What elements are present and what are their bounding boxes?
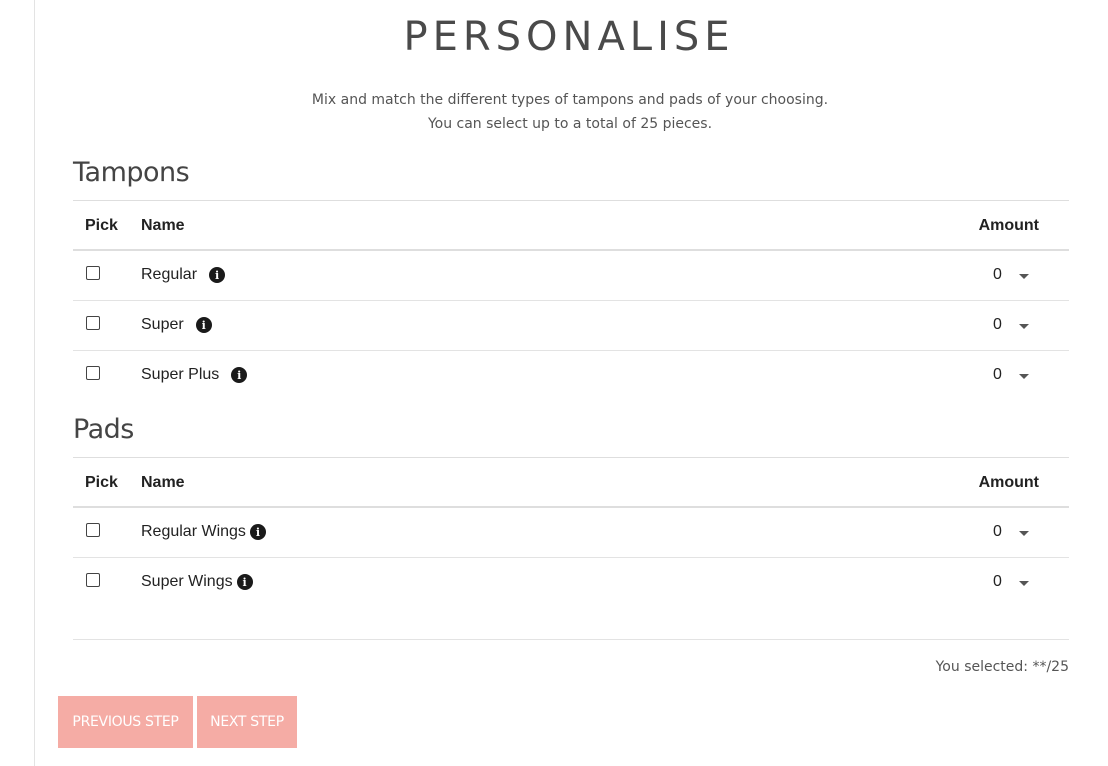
info-icon[interactable]: i bbox=[249, 524, 266, 540]
product-name: Regular Wings bbox=[141, 523, 246, 540]
column-header-amount: Amount bbox=[978, 217, 1039, 234]
amount-dropdown-super[interactable]: 0 bbox=[993, 316, 1029, 334]
footer-divider bbox=[73, 639, 1069, 640]
info-icon[interactable]: i bbox=[236, 574, 253, 590]
tampons-table: Pick Name Amount Regular i 0 Super i 0 S… bbox=[73, 200, 1069, 400]
caret-down-icon bbox=[1019, 373, 1029, 379]
pick-checkbox-super-wings[interactable] bbox=[86, 573, 100, 587]
info-icon[interactable]: i bbox=[231, 367, 248, 383]
info-icon[interactable]: i bbox=[195, 317, 212, 333]
table-row: Super Wings i 0 bbox=[73, 558, 1069, 607]
column-header-name: Name bbox=[141, 217, 185, 234]
amount-dropdown-super-wings[interactable]: 0 bbox=[993, 573, 1029, 591]
section-title-pads: Pads bbox=[73, 414, 134, 445]
caret-down-icon bbox=[1019, 323, 1029, 329]
column-header-name: Name bbox=[141, 474, 185, 491]
caret-down-icon bbox=[1019, 530, 1029, 536]
subtitle-line-2: You can select up to a total of 25 piece… bbox=[427, 116, 713, 132]
info-icon[interactable]: i bbox=[209, 267, 226, 283]
pick-checkbox-super[interactable] bbox=[86, 316, 100, 330]
amount-dropdown-super-plus[interactable]: 0 bbox=[993, 366, 1029, 384]
caret-down-icon bbox=[1019, 580, 1029, 586]
next-step-button[interactable]: NEXT STEP bbox=[197, 696, 297, 748]
product-name-cell: Regular Wings i bbox=[141, 523, 266, 541]
table-row: Regular Wings i 0 bbox=[73, 508, 1069, 558]
table-header: Pick Name Amount bbox=[73, 458, 1069, 508]
product-name-cell: Super i bbox=[141, 316, 212, 334]
previous-step-button[interactable]: PREVIOUS STEP bbox=[58, 696, 193, 748]
amount-value: 0 bbox=[993, 366, 1002, 383]
selected-counter: You selected: **/25 bbox=[935, 659, 1069, 675]
product-name-cell: Super Wings i bbox=[141, 573, 253, 591]
amount-dropdown-regular[interactable]: 0 bbox=[993, 266, 1029, 284]
pads-table: Pick Name Amount Regular Wings i 0 Super… bbox=[73, 457, 1069, 607]
table-row: Regular i 0 bbox=[73, 251, 1069, 301]
page-title: PERSONALISE bbox=[403, 14, 735, 60]
product-name: Super Plus bbox=[141, 366, 220, 383]
pick-checkbox-regular[interactable] bbox=[86, 266, 100, 280]
pick-checkbox-regular-wings[interactable] bbox=[86, 523, 100, 537]
amount-dropdown-regular-wings[interactable]: 0 bbox=[993, 523, 1029, 541]
product-name: Super Wings bbox=[141, 573, 233, 590]
table-row: Super i 0 bbox=[73, 301, 1069, 351]
caret-down-icon bbox=[1019, 273, 1029, 279]
product-name: Regular bbox=[141, 266, 198, 283]
table-row: Super Plus i 0 bbox=[73, 351, 1069, 400]
pick-checkbox-super-plus[interactable] bbox=[86, 366, 100, 380]
subtitle-line-1: Mix and match the different types of tam… bbox=[311, 92, 829, 108]
amount-value: 0 bbox=[993, 316, 1002, 333]
amount-value: 0 bbox=[993, 523, 1002, 540]
column-header-pick: Pick bbox=[85, 217, 118, 234]
product-name-cell: Super Plus i bbox=[141, 366, 248, 384]
amount-value: 0 bbox=[993, 573, 1002, 590]
product-name: Super bbox=[141, 316, 184, 333]
column-header-amount: Amount bbox=[978, 474, 1039, 491]
table-header: Pick Name Amount bbox=[73, 201, 1069, 251]
column-header-pick: Pick bbox=[85, 474, 118, 491]
section-title-tampons: Tampons bbox=[73, 157, 190, 188]
amount-value: 0 bbox=[993, 266, 1002, 283]
page-subtitle: Mix and match the different types of tam… bbox=[0, 88, 1108, 136]
product-name-cell: Regular i bbox=[141, 266, 226, 284]
